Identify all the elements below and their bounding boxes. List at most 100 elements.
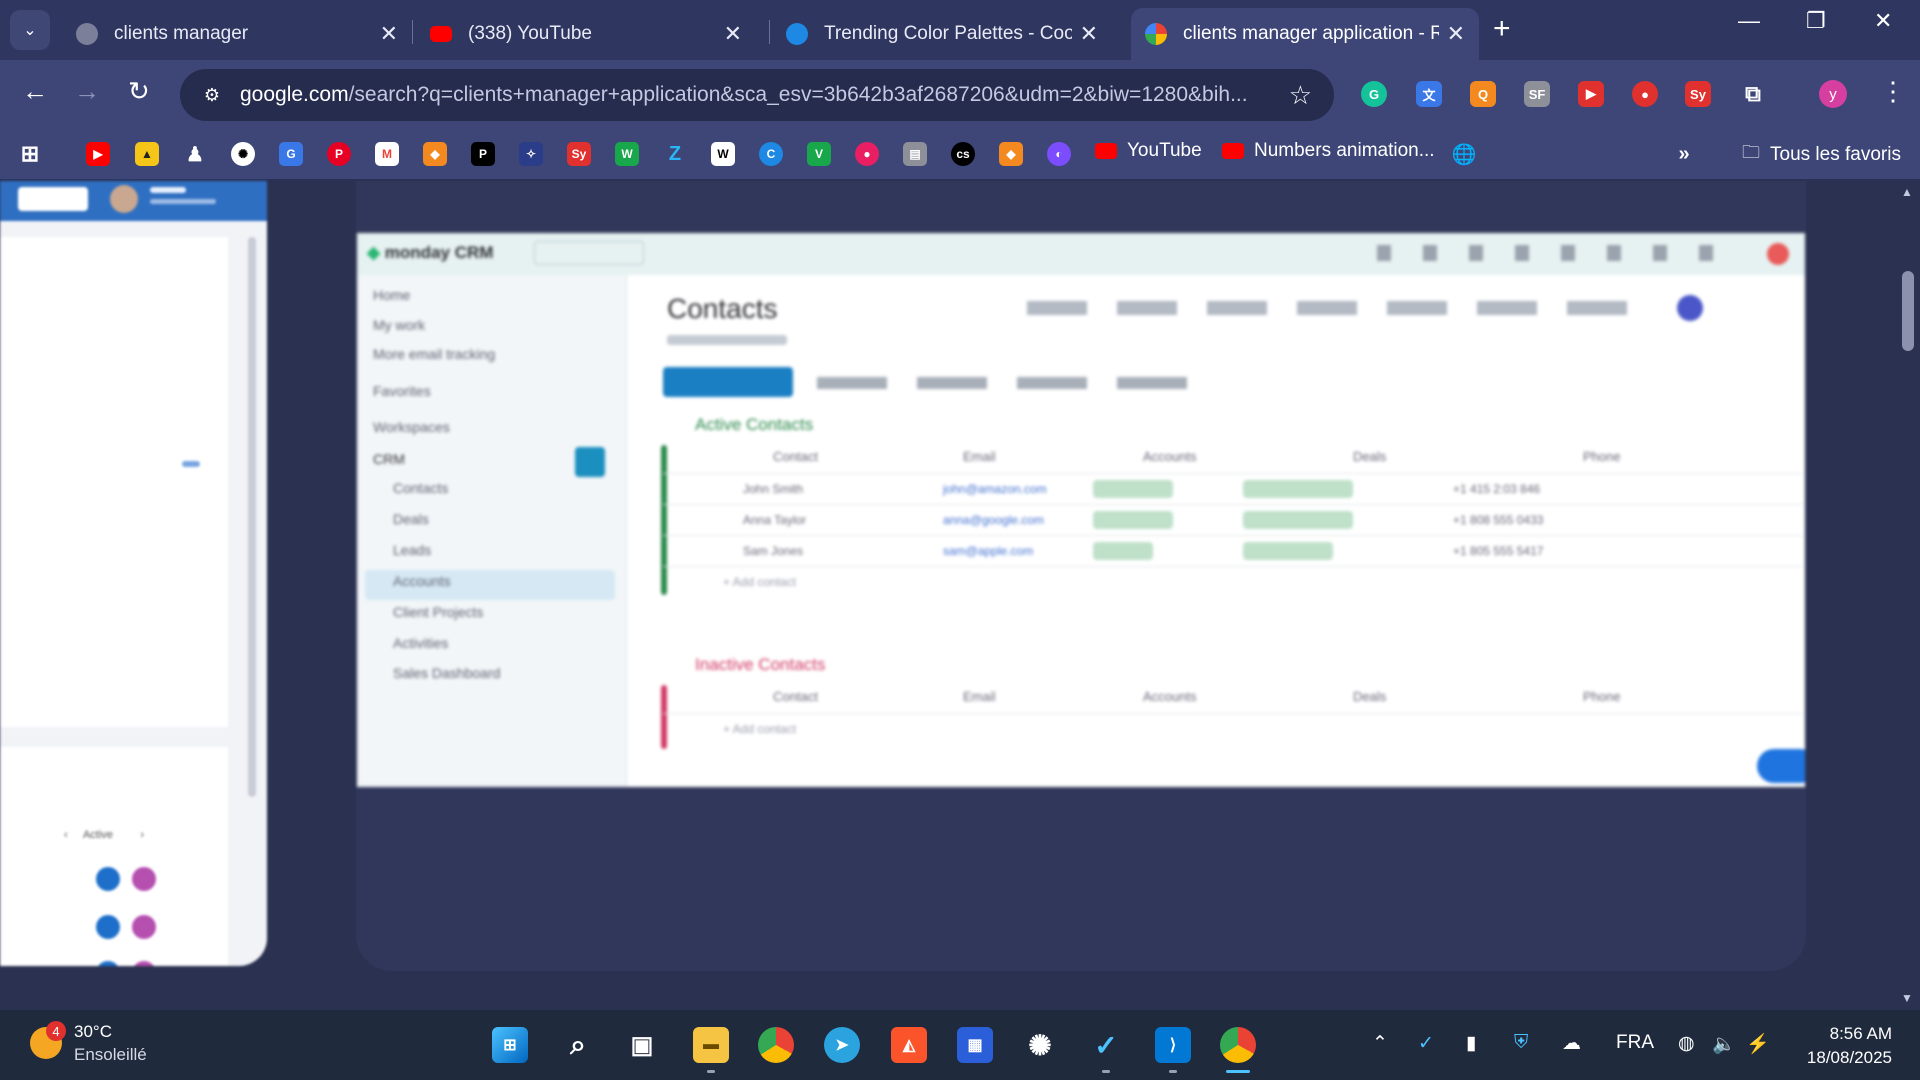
chrome-profile-icon[interactable] <box>1220 1027 1256 1063</box>
chevron-double-right-icon[interactable]: » <box>1672 142 1696 166</box>
bookmark-icon[interactable]: V <box>807 142 831 166</box>
chevron-up-icon[interactable]: ⌃ <box>1372 1032 1388 1055</box>
bookmark-icon[interactable]: P <box>471 142 495 166</box>
todo-tray-icon[interactable]: ✓ <box>1418 1032 1434 1055</box>
chrome-icon[interactable] <box>758 1027 794 1063</box>
file-explorer-icon[interactable]: ▬ <box>693 1027 729 1063</box>
scroll-up-icon[interactable]: ▲ <box>1901 185 1913 199</box>
task-view-icon[interactable]: ▣ <box>624 1027 660 1063</box>
delete-icon[interactable] <box>132 961 156 966</box>
bookmark-icon[interactable]: ● <box>855 142 879 166</box>
deal-pill <box>1243 511 1353 529</box>
pinterest-icon[interactable]: P <box>327 142 351 166</box>
apps-grid-icon[interactable]: ⊞ <box>18 141 42 166</box>
page-scrollbar[interactable]: ▲ ▼ <box>1896 181 1920 1010</box>
weather-widget[interactable]: 4 30°C Ensoleillé <box>30 1020 147 1066</box>
language-selector[interactable] <box>18 187 88 211</box>
extensions-puzzle-icon[interactable]: ⧉ <box>1740 81 1766 107</box>
bookmark-icon[interactable]: ♟ <box>183 142 207 166</box>
tab-divider <box>769 20 770 44</box>
volume-icon[interactable]: 🔈 <box>1712 1032 1736 1056</box>
bookmark-icon[interactable]: W <box>615 142 639 166</box>
edit-link[interactable] <box>182 461 200 467</box>
video-extension-icon[interactable]: ▶ <box>1578 81 1604 107</box>
tab-search-button[interactable]: ⌄ <box>10 10 50 50</box>
battery-icon[interactable]: ⚡ <box>1746 1032 1770 1056</box>
delete-icon[interactable] <box>132 867 156 891</box>
image-preview[interactable]: ◆ monday CRM Home My work More email tra… <box>357 233 1805 787</box>
edit-icon[interactable] <box>96 961 120 966</box>
wikipedia-icon[interactable]: W <box>711 142 735 166</box>
close-icon[interactable]: ✕ <box>724 21 742 47</box>
close-icon[interactable]: ✕ <box>380 21 398 47</box>
search-icon[interactable]: ⌕ <box>560 1027 596 1063</box>
translate-icon[interactable]: 文 <box>1416 81 1442 107</box>
site-info-icon[interactable]: ⚙ <box>198 81 226 109</box>
network-icon[interactable]: ◍ <box>1678 1032 1695 1055</box>
sy-bookmark-icon[interactable]: Sy <box>567 142 591 166</box>
bookmark-icon[interactable]: ▤ <box>903 142 927 166</box>
grammarly-icon[interactable]: G <box>1361 81 1387 107</box>
translate-bookmark-icon[interactable]: G <box>279 142 303 166</box>
globe-icon[interactable]: 🌐 <box>1452 142 1477 166</box>
onedrive-icon[interactable]: ☁ <box>1562 1032 1581 1055</box>
profile-avatar[interactable]: y <box>1819 80 1847 108</box>
forward-button[interactable]: → <box>74 76 100 107</box>
close-icon[interactable]: ✕ <box>1080 21 1098 47</box>
tab-clients-manager-application[interactable]: clients manager application - R ✕ <box>1131 8 1479 60</box>
sf-icon[interactable]: SF <box>1524 81 1550 107</box>
scroll-down-icon[interactable]: ▼ <box>1901 991 1913 1005</box>
restore-button[interactable]: ❐ <box>1806 8 1826 34</box>
bookmark-star-icon[interactable]: ☆ <box>1289 80 1312 111</box>
windows-start-icon[interactable]: ⊞ <box>492 1027 528 1063</box>
bookmark-icon[interactable]: ◐ <box>1047 142 1071 166</box>
edit-icon[interactable] <box>96 915 120 939</box>
bookmark-icon[interactable]: cs <box>951 142 975 166</box>
search-extension-icon[interactable]: Q <box>1470 81 1496 107</box>
brave-icon[interactable]: ◭ <box>891 1027 927 1063</box>
edit-icon[interactable] <box>96 867 120 891</box>
url-text[interactable]: google.com/search?q=clients+manager+appl… <box>240 83 1279 107</box>
bookmark-icon[interactable]: ◆ <box>423 142 447 166</box>
avatar[interactable] <box>110 185 138 213</box>
reload-button[interactable]: ↻ <box>128 76 150 107</box>
bookmark-icon[interactable]: ▲ <box>135 142 159 166</box>
epic-games-icon[interactable]: ▮ <box>1466 1032 1476 1055</box>
menu-kebab-icon[interactable]: ⋮ <box>1880 76 1906 107</box>
all-favorites-folder[interactable]: 🗀 Tous les favoris <box>1742 140 1901 170</box>
telegram-icon[interactable]: ➤ <box>824 1027 860 1063</box>
vscode-icon[interactable]: ⟩ <box>1155 1027 1191 1063</box>
tab-coolors[interactable]: Trending Color Palettes - Coolo ✕ <box>772 8 1112 60</box>
address-bar[interactable]: ⚙ google.com/search?q=clients+manager+ap… <box>180 69 1334 121</box>
table-header-row: Contact Email Accounts Deals Phone <box>773 449 1621 464</box>
language-indicator[interactable]: FRA <box>1616 1032 1654 1054</box>
microsoft-store-icon[interactable]: ▦ <box>957 1027 993 1063</box>
close-icon[interactable]: ✕ <box>1447 21 1465 47</box>
bookmark-label: Numbers animation... <box>1254 140 1435 161</box>
gmail-icon[interactable]: M <box>375 142 399 166</box>
tab-clients-manager[interactable]: clients manager ✕ <box>62 8 412 60</box>
chatgpt-icon[interactable]: ✺ <box>1022 1027 1058 1063</box>
tab-youtube[interactable]: (338) YouTube ✕ <box>416 8 756 60</box>
bookmark-icon[interactable]: ✧ <box>519 142 543 166</box>
record-icon[interactable]: ● <box>1632 81 1658 107</box>
close-window-button[interactable]: ✕ <box>1874 8 1892 34</box>
bookmark-youtube[interactable]: YouTube <box>1095 140 1202 162</box>
minimize-button[interactable]: — <box>1738 8 1760 34</box>
delete-icon[interactable] <box>132 915 156 939</box>
clock[interactable]: 8:56 AM 18/08/2025 <box>1796 1022 1892 1070</box>
youtube-bookmark-icon[interactable]: ▶ <box>86 142 110 166</box>
bookmark-icon[interactable]: Z <box>663 142 687 166</box>
sy-icon[interactable]: Sy <box>1685 81 1711 107</box>
bookmark-numbers-animation[interactable]: Numbers animation... <box>1222 140 1435 162</box>
bookmark-icon[interactable]: C <box>759 142 783 166</box>
new-tab-button[interactable]: + <box>1493 12 1511 46</box>
bookmark-icon[interactable]: ◆ <box>999 142 1023 166</box>
panel-scrollbar[interactable] <box>248 237 256 797</box>
back-button[interactable]: ← <box>22 76 48 107</box>
scrollbar-thumb[interactable] <box>1902 271 1914 351</box>
todo-icon[interactable]: ✓ <box>1088 1027 1124 1063</box>
openai-bookmark-icon[interactable]: ✺ <box>231 142 255 166</box>
defender-icon[interactable]: ⛨ <box>1514 1032 1528 1054</box>
sidebar-item: Contacts <box>393 480 449 496</box>
